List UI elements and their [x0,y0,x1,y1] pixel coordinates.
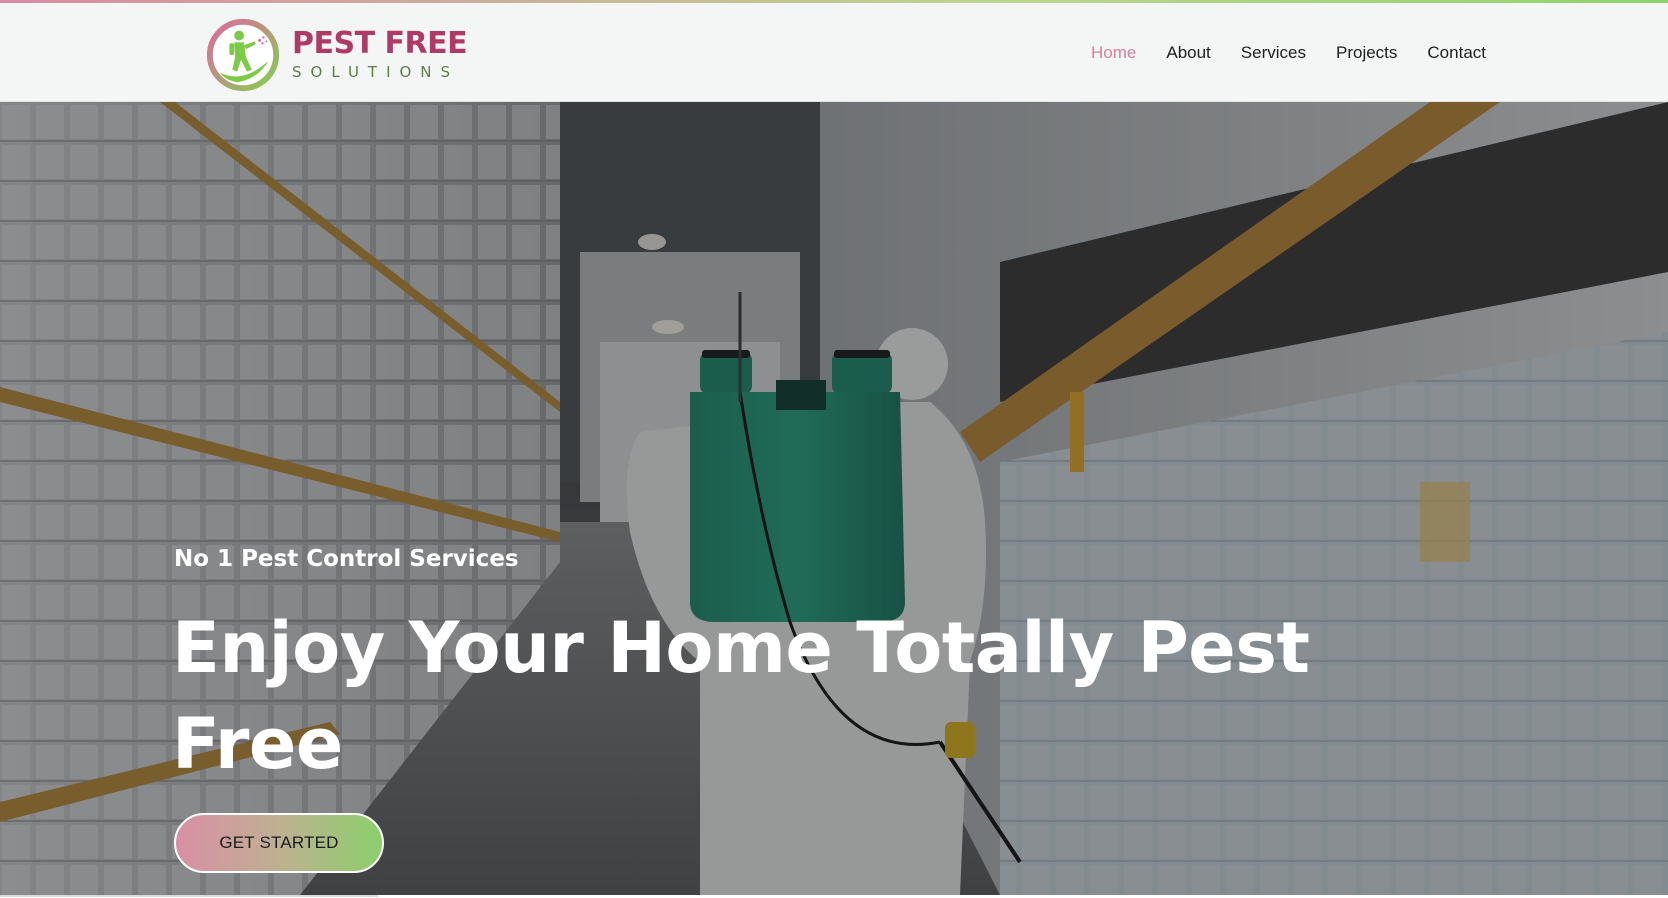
brand-name: PEST FREE [292,26,468,61]
hero-section: No 1 Pest Control Services Enjoy Your Ho… [0,102,1668,895]
nav-item-about[interactable]: About [1166,42,1210,64]
hero-eyebrow: No 1 Pest Control Services [174,546,519,572]
main-nav: Home About Services Projects Contact [1091,42,1486,64]
nav-item-home[interactable]: Home [1091,42,1136,64]
pest-free-logo-icon [206,18,280,92]
brand-tagline: SOLUTIONS [292,63,460,81]
brand-logo[interactable]: PEST FREE SOLUTIONS [204,15,468,95]
site-header: PEST FREE SOLUTIONS Home About Services … [0,3,1668,102]
scroll-indicator-line [0,895,378,897]
hero-title: Enjoy Your Home Totally Pest Free [172,607,1310,785]
nav-item-projects[interactable]: Projects [1336,42,1397,64]
brand-wordmark: PEST FREE SOLUTIONS [292,26,468,82]
get-started-button[interactable]: GET STARTED [174,813,384,873]
nav-item-services[interactable]: Services [1241,42,1306,64]
nav-item-contact[interactable]: Contact [1427,42,1486,64]
